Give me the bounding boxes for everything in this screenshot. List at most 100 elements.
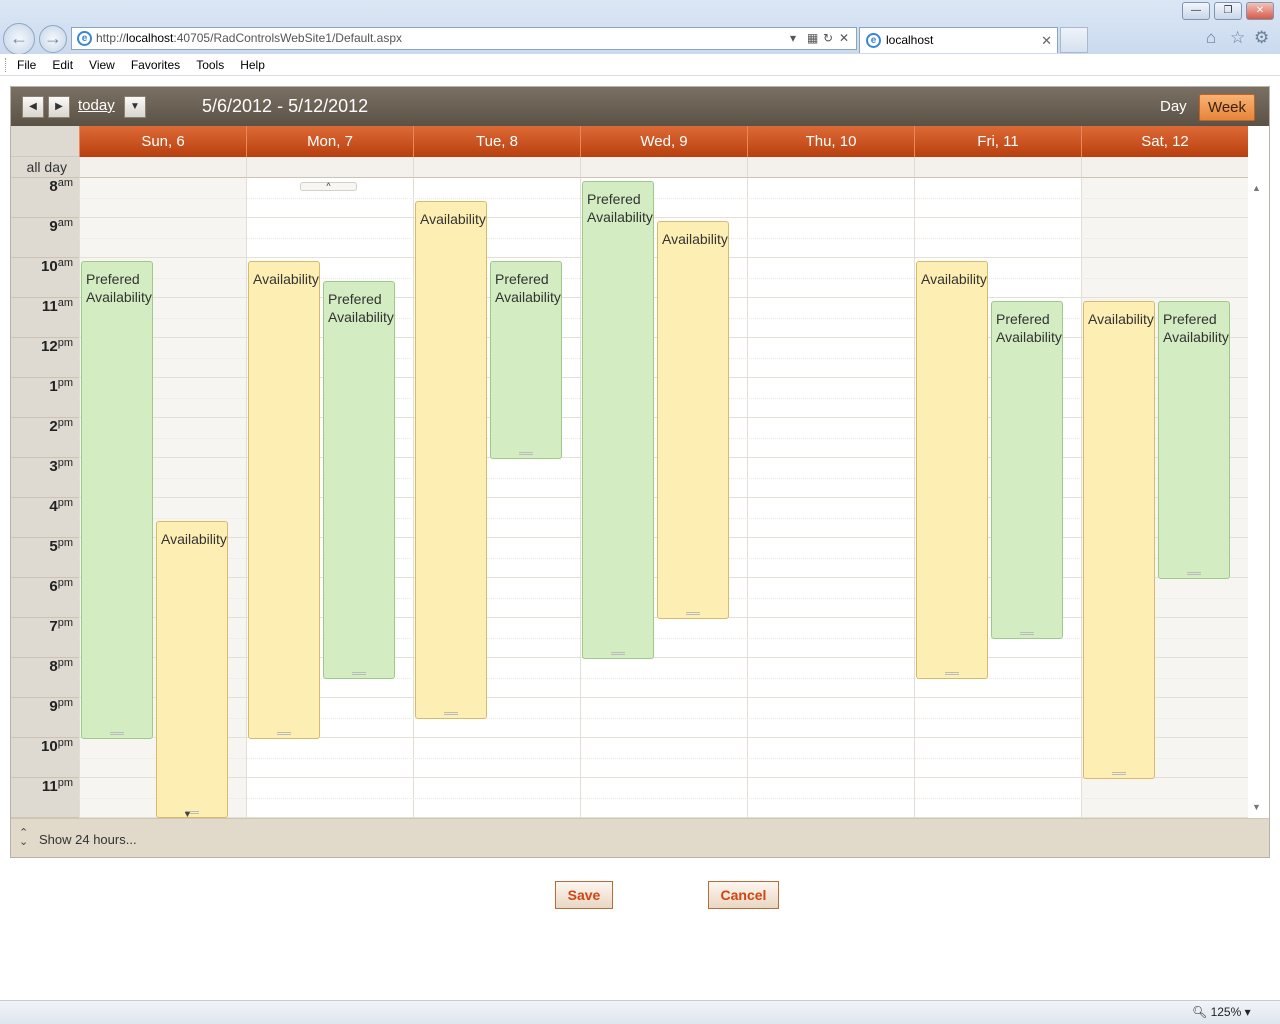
all-day-cell-4[interactable]	[747, 157, 914, 178]
appointment-pref[interactable]: Prefered Availability	[582, 181, 654, 659]
hour-label-13: 9pm	[11, 698, 79, 738]
all-day-cell-1[interactable]	[246, 157, 413, 178]
day-header-2[interactable]: Tue, 8	[413, 126, 580, 157]
browser-tab[interactable]: e localhost ✕	[859, 27, 1058, 53]
half-hour-line	[79, 198, 1248, 199]
tab-title: localhost	[886, 33, 934, 47]
resize-grip-icon[interactable]	[444, 712, 458, 715]
day-header-6[interactable]: Sat, 12	[1081, 126, 1248, 157]
resize-grip-icon[interactable]	[611, 652, 625, 655]
home-icon[interactable]: ⌂	[1206, 28, 1216, 48]
day-header-3[interactable]: Wed, 9	[580, 126, 747, 157]
gear-icon[interactable]: ⚙	[1254, 28, 1269, 48]
forward-arrow-icon[interactable]: →	[39, 25, 67, 53]
appointment-avail[interactable]: Availability	[248, 261, 320, 739]
minimize-icon[interactable]: —	[1182, 2, 1210, 20]
appointment-pref[interactable]: Prefered Availability	[991, 301, 1063, 639]
menu-view[interactable]: View	[81, 54, 123, 76]
scheduler: ◀ ▶ today ▼ 5/6/2012 - 5/12/2012 Day Wee…	[10, 86, 1270, 858]
scheduler-footer: ⌃ ⌄ Show 24 hours...	[11, 818, 1269, 857]
back-arrow-icon[interactable]: ←	[3, 23, 35, 55]
time-column: 8am 9am 10am 11am 12pm 1pm 2pm 3pm 4pm 5pm 6pm 7pm 8…	[11, 178, 79, 818]
day-header-0[interactable]: Sun, 6	[79, 126, 246, 157]
scroll-up-icon[interactable]: ▲	[1252, 183, 1261, 193]
hour-number: 7	[49, 618, 58, 635]
refresh-icon[interactable]: ↻	[823, 28, 833, 49]
appointment-pref[interactable]: Prefered Availability	[1158, 301, 1230, 579]
save-button[interactable]: Save	[555, 881, 613, 909]
menu-edit[interactable]: Edit	[44, 54, 81, 76]
resize-grip-icon[interactable]	[945, 672, 959, 675]
time-grid[interactable]: Prefered Availability Availability Availab…	[79, 178, 1248, 818]
hour-label-11: 7pm	[11, 618, 79, 658]
appointment-avail[interactable]: Availability	[916, 261, 988, 679]
menu-grip-icon	[5, 58, 7, 72]
day-header-4[interactable]: Thu, 10	[747, 126, 914, 157]
all-day-label: all day	[11, 157, 79, 178]
close-tab-icon[interactable]: ✕	[1041, 28, 1052, 53]
ie-logo-icon: e	[77, 31, 92, 46]
hour-meridiem: am	[57, 177, 73, 189]
all-day-cell-0[interactable]	[79, 157, 246, 178]
day-view-tab[interactable]: Day	[1160, 98, 1187, 115]
favorites-star-icon[interactable]: ☆	[1230, 28, 1245, 48]
today-link[interactable]: today	[78, 97, 115, 114]
new-tab-button[interactable]	[1060, 27, 1088, 53]
resize-grip-icon[interactable]	[1020, 632, 1034, 635]
day-header-1[interactable]: Mon, 7	[246, 126, 413, 157]
appointment-avail[interactable]: Availability	[657, 221, 729, 619]
compatibility-view-icon[interactable]: ▦	[807, 28, 818, 49]
hour-meridiem: am	[57, 297, 73, 309]
appointment-avail[interactable]: Availability	[1083, 301, 1155, 779]
week-view-tab[interactable]: Week	[1199, 94, 1255, 121]
close-window-icon[interactable]: ✕	[1246, 2, 1274, 20]
appointment-avail[interactable]: Availability	[156, 521, 228, 818]
menu-help[interactable]: Help	[232, 54, 273, 76]
all-day-cell-6[interactable]	[1081, 157, 1248, 178]
tab-ie-icon: e	[866, 33, 881, 48]
appointment-subject: Availability	[921, 271, 987, 287]
show-24-hours-link[interactable]: Show 24 hours...	[39, 832, 137, 847]
resize-grip-icon[interactable]	[519, 452, 533, 455]
day-header-5[interactable]: Fri, 11	[914, 126, 1081, 157]
resize-grip-icon[interactable]	[1187, 572, 1201, 575]
scheduler-header: ◀ ▶ today ▼ 5/6/2012 - 5/12/2012 Day Wee…	[11, 87, 1269, 126]
stop-icon[interactable]: ✕	[839, 28, 849, 49]
date-picker-dropdown-icon[interactable]: ▼	[124, 96, 146, 118]
hour-number: 11	[41, 778, 58, 795]
appointment-pref[interactable]: Prefered Availability	[81, 261, 153, 739]
resize-grip-icon[interactable]	[277, 732, 291, 735]
menu-file[interactable]: File	[9, 54, 44, 76]
hour-label-12: 8pm	[11, 658, 79, 698]
appointment-pref[interactable]: Prefered Availability	[490, 261, 562, 459]
day-column-4[interactable]	[747, 178, 914, 818]
menu-tools[interactable]: Tools	[188, 54, 232, 76]
hour-number: 10	[41, 258, 58, 275]
address-bar[interactable]: e http://localhost:40705/RadControlsWebS…	[71, 27, 857, 50]
resize-grip-icon[interactable]	[1112, 772, 1126, 775]
cancel-button[interactable]: Cancel	[708, 881, 779, 909]
appointment-avail[interactable]: Availability	[415, 201, 487, 719]
appointment-subject: Availability	[253, 271, 319, 287]
all-day-cell-2[interactable]	[413, 157, 580, 178]
all-day-cell-5[interactable]	[914, 157, 1081, 178]
prev-arrow-icon[interactable]: ◀	[22, 96, 44, 118]
half-hour-line	[79, 798, 1248, 799]
resize-grip-icon[interactable]	[686, 612, 700, 615]
restore-icon[interactable]: ❐	[1214, 2, 1242, 20]
scroll-down-icon[interactable]: ▼	[1252, 802, 1261, 812]
appointment-pref[interactable]: Prefered Availability	[323, 281, 395, 679]
appointment-subject: Prefered Availability	[996, 311, 1062, 345]
hour-meridiem: pm	[57, 537, 73, 549]
all-day-cell-3[interactable]	[580, 157, 747, 178]
dropdown-arrow-icon[interactable]: ▾	[790, 28, 796, 49]
resize-grip-icon[interactable]	[352, 672, 366, 675]
more-appointments-up-icon[interactable]: ^	[300, 182, 357, 191]
next-arrow-icon[interactable]: ▶	[48, 96, 70, 118]
vertical-scrollbar[interactable]: ▲ ▼	[1248, 178, 1269, 818]
zoom-level[interactable]: 🔍︎ 125% ▾	[1192, 1005, 1251, 1019]
resize-grip-icon[interactable]	[110, 732, 124, 735]
appointment-subject: Availability	[1088, 311, 1154, 327]
menu-favorites[interactable]: Favorites	[123, 54, 188, 76]
expand-chevron-icon[interactable]: ⌃ ⌄	[19, 828, 28, 848]
